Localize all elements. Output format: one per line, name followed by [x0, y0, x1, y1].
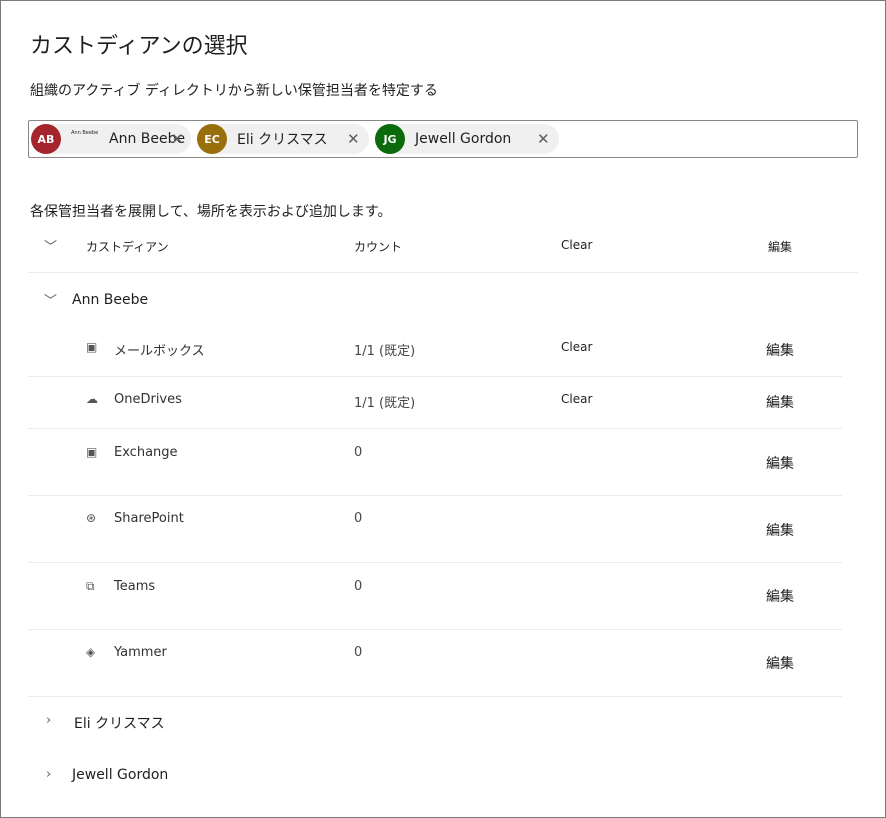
header-count: カウント	[354, 240, 403, 254]
edit-link[interactable]: 編集	[766, 653, 794, 673]
chip-tiny-label: Ann Beebe	[71, 130, 99, 136]
custodian-picker-input[interactable]: AB Ann Beebe Ann Beebe ✕ EC Eli クリスマス ✕ …	[28, 120, 858, 158]
chevron-right-icon[interactable]: ›	[46, 713, 51, 728]
chip-ann-beebe[interactable]: AB Ann Beebe Ann Beebe ✕	[31, 124, 191, 154]
edit-link[interactable]: 編集	[766, 340, 794, 360]
row-count: 1/1 (既定)	[354, 344, 416, 359]
chip-eli[interactable]: EC Eli クリスマス ✕	[197, 124, 369, 154]
row-count: 1/1 (既定)	[354, 396, 416, 411]
collapse-all-chevron-icon[interactable]: ﹀	[44, 236, 57, 255]
clear-link[interactable]: Clear	[561, 392, 592, 406]
remove-chip-icon[interactable]: ✕	[171, 130, 184, 148]
divider	[28, 376, 842, 377]
row-label: Teams	[114, 579, 156, 594]
chip-jewell-gordon[interactable]: JG Jewell Gordon ✕	[375, 124, 559, 154]
edit-link[interactable]: 編集	[766, 453, 794, 473]
exchange-icon: ▣	[86, 340, 98, 354]
row-label: メールボックス	[114, 344, 205, 359]
chip-name: Jewell Gordon	[415, 131, 512, 147]
chip-name: Eli クリスマス	[237, 132, 328, 148]
row-label: Yammer	[114, 645, 167, 660]
divider	[28, 629, 842, 630]
group-eli[interactable]: Eli クリスマス	[74, 713, 165, 733]
page-title: カストディアンの選択	[30, 34, 248, 59]
row-count: 0	[354, 511, 363, 526]
exchange-icon: ▣	[86, 445, 98, 459]
avatar: AB	[31, 124, 61, 154]
header-clear: Clear	[561, 238, 593, 252]
divider	[28, 272, 858, 273]
clear-link[interactable]: Clear	[561, 340, 592, 354]
row-count: 0	[354, 645, 363, 660]
edit-link[interactable]: 編集	[766, 586, 794, 606]
onedrive-cloud-icon: ☁	[86, 392, 98, 406]
divider	[28, 495, 842, 496]
group-ann-beebe[interactable]: Ann Beebe	[72, 292, 148, 308]
teams-icon: ⧉	[86, 579, 95, 593]
divider	[28, 562, 842, 563]
row-label: Exchange	[114, 445, 178, 460]
row-label: SharePoint	[114, 511, 184, 526]
divider	[28, 696, 842, 697]
row-label: OneDrives	[114, 392, 182, 407]
instruction-text: 各保管担当者を展開して、場所を表示および追加します。	[30, 204, 392, 220]
group-jewell-gordon[interactable]: Jewell Gordon	[72, 767, 168, 783]
edit-link[interactable]: 編集	[766, 392, 794, 412]
row-count: 0	[354, 445, 363, 460]
remove-chip-icon[interactable]: ✕	[347, 130, 360, 148]
remove-chip-icon[interactable]: ✕	[537, 130, 550, 148]
header-edit: 編集	[768, 240, 793, 254]
yammer-icon: ◈	[86, 645, 96, 659]
header-custodian: カストディアン	[86, 240, 169, 254]
row-count: 0	[354, 579, 363, 594]
chevron-right-icon[interactable]: ›	[46, 767, 51, 782]
avatar: JG	[375, 124, 405, 154]
sharepoint-icon: ⊛	[86, 511, 97, 525]
chevron-down-icon[interactable]: ﹀	[44, 290, 57, 309]
subtitle: 組織のアクティブ ディレクトリから新しい保管担当者を特定する	[30, 83, 438, 99]
divider	[28, 428, 842, 429]
avatar: EC	[197, 124, 227, 154]
edit-link[interactable]: 編集	[766, 520, 794, 540]
